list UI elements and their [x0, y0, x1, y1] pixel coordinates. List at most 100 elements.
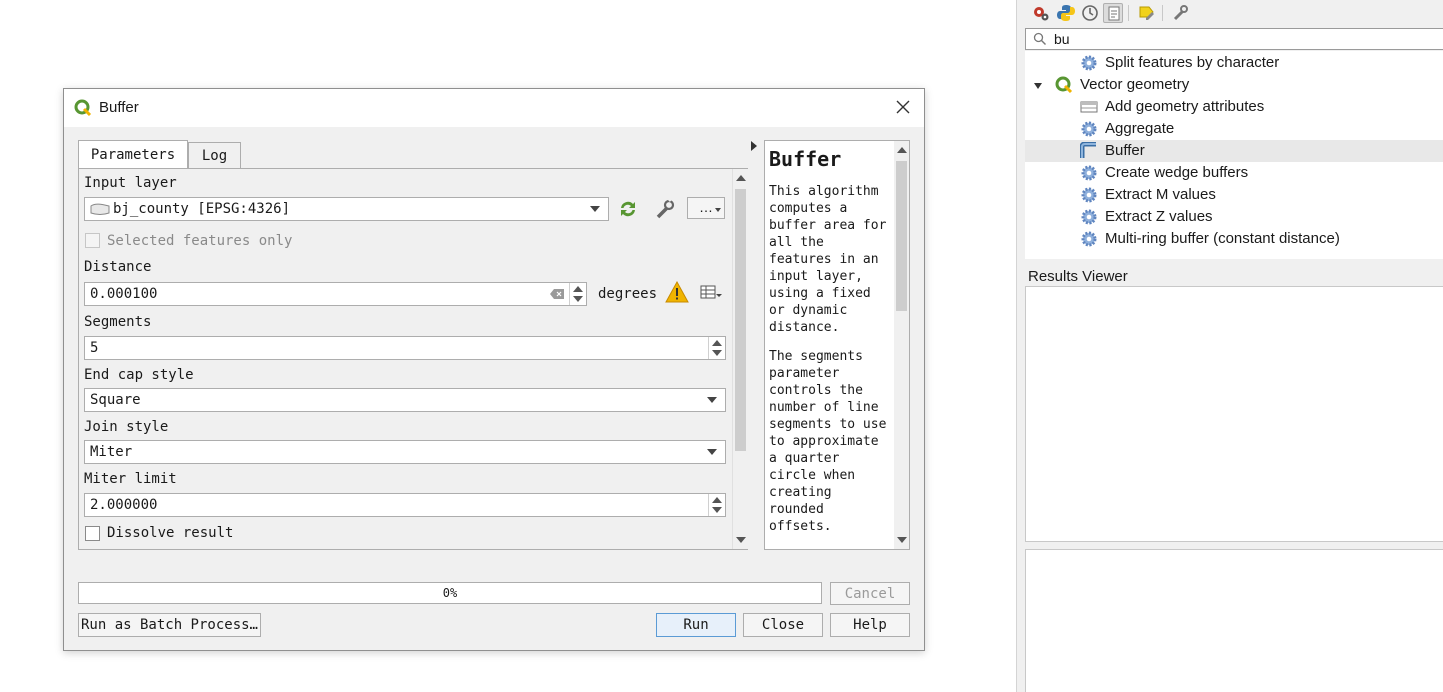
search-input[interactable]: bu	[1025, 28, 1443, 50]
selected-features-only-checkbox[interactable]	[85, 233, 100, 248]
help-title: Buffer	[769, 147, 842, 171]
miter-limit-value: 2.000000	[90, 497, 158, 513]
end-cap-style-value: Square	[90, 392, 141, 408]
parameters-panel: Input layer bj_county [EPSG:4326] … Sele…	[78, 168, 748, 550]
tree-item-extract-m-values[interactable]: Extract M values	[1025, 184, 1443, 206]
results-viewer-icon[interactable]	[1103, 3, 1123, 23]
tree-item-label: Multi-ring buffer (constant distance)	[1105, 230, 1340, 247]
algorithm-settings-icon[interactable]	[1031, 3, 1051, 23]
help-scrollbar[interactable]	[894, 141, 909, 549]
algorithm-tree: Split features by character Vector geome…	[1025, 51, 1443, 259]
scroll-down-arrow[interactable]	[897, 537, 907, 543]
gear-icon	[1081, 231, 1097, 247]
tree-item-split-features[interactable]: Split features by character	[1025, 52, 1443, 74]
scrollbar-thumb[interactable]	[735, 189, 746, 451]
end-cap-style-combo[interactable]: Square	[84, 388, 726, 412]
input-layer-value: bj_county [EPSG:4326]	[113, 201, 291, 217]
processing-toolbox-panel: bu Split features by character Vector ge…	[1016, 0, 1443, 692]
tree-item-label: Add geometry attributes	[1105, 98, 1265, 115]
tree-item-label: Extract Z values	[1105, 208, 1213, 225]
join-style-value: Miter	[90, 444, 133, 460]
tree-item-label: Vector geometry	[1080, 76, 1190, 93]
iterate-over-features-icon[interactable]	[615, 196, 641, 222]
clear-icon[interactable]	[550, 289, 564, 299]
close-button[interactable]: Close	[743, 613, 823, 637]
cancel-button[interactable]: Cancel	[830, 582, 910, 605]
more-label: …	[699, 199, 713, 215]
run-button[interactable]: Run	[656, 613, 736, 637]
chevron-down-icon	[715, 208, 721, 212]
collapse-help-arrow-icon[interactable]	[751, 141, 757, 151]
progress-text: 0%	[442, 586, 458, 600]
segments-value: 5	[90, 340, 99, 356]
tree-item-aggregate[interactable]: Aggregate	[1025, 118, 1443, 140]
distance-input[interactable]: 0.000100	[84, 282, 587, 306]
tree-item-buffer[interactable]: Buffer	[1025, 140, 1443, 162]
data-defined-override-icon[interactable]	[699, 283, 723, 303]
scrollbar-thumb[interactable]	[896, 161, 907, 311]
join-style-label: Join style	[84, 419, 169, 435]
search-value: bu	[1054, 31, 1070, 47]
progress-bar: 0%	[78, 582, 822, 604]
buffer-dialog: Buffer Parameters Log Input layer bj_cou…	[63, 88, 925, 651]
segments-spinner[interactable]	[708, 337, 725, 359]
tree-item-add-geometry-attributes[interactable]: Add geometry attributes	[1025, 96, 1443, 118]
distance-label: Distance	[84, 259, 152, 275]
tree-item-label: Split features by character	[1105, 54, 1280, 71]
input-layer-more-button[interactable]: …	[687, 197, 725, 219]
results-viewer-list[interactable]	[1025, 286, 1443, 542]
qgis-logo-icon	[74, 99, 92, 117]
chevron-down-icon	[707, 397, 717, 403]
dialog-titlebar[interactable]: Buffer	[64, 89, 924, 127]
qgis-logo-icon	[1055, 76, 1073, 94]
help-paragraph-1: This algorithm computes a buffer area fo…	[769, 184, 887, 335]
gear-icon	[1081, 187, 1097, 203]
run-as-batch-button[interactable]: Run as Batch Process…	[78, 613, 261, 637]
dissolve-result-checkbox[interactable]	[85, 526, 100, 541]
tree-item-label: Extract M values	[1105, 186, 1216, 203]
table-icon	[1080, 101, 1098, 113]
warning-icon	[665, 281, 689, 303]
miter-limit-spinner[interactable]	[708, 494, 725, 516]
tab-log[interactable]: Log	[188, 142, 241, 169]
search-icon	[1033, 32, 1046, 45]
input-layer-combo[interactable]: bj_county [EPSG:4326]	[84, 197, 609, 221]
tree-item-create-wedge-buffers[interactable]: Create wedge buffers	[1025, 162, 1443, 184]
selected-features-only-label: Selected features only	[107, 233, 293, 249]
tree-item-label: Buffer	[1105, 142, 1145, 159]
polygon-layer-icon	[90, 203, 110, 215]
results-viewer-title: Results Viewer	[1028, 268, 1128, 285]
python-icon[interactable]	[1056, 3, 1076, 23]
distance-unit-label: degrees	[598, 286, 658, 302]
lower-dock-area	[1025, 549, 1443, 692]
history-icon[interactable]	[1080, 3, 1100, 23]
help-paragraph-2: The segments parameter controls the numb…	[769, 349, 887, 534]
edit-in-place-icon[interactable]	[1137, 3, 1157, 23]
options-wrench-icon[interactable]	[1171, 3, 1191, 23]
segments-input[interactable]: 5	[84, 336, 726, 360]
distance-spinner[interactable]	[569, 283, 586, 305]
help-button[interactable]: Help	[830, 613, 910, 637]
parameters-scrollbar[interactable]	[732, 169, 748, 549]
dialog-title: Buffer	[99, 99, 139, 116]
chevron-down-icon[interactable]	[1034, 83, 1042, 89]
chevron-down-icon	[590, 206, 600, 212]
tree-item-label: Aggregate	[1105, 120, 1175, 137]
buffer-icon	[1080, 142, 1096, 158]
dissolve-result-label: Dissolve result	[107, 525, 234, 541]
gear-icon	[1081, 121, 1097, 137]
tab-parameters[interactable]: Parameters	[78, 140, 188, 169]
close-icon[interactable]	[894, 98, 912, 116]
scroll-up-arrow[interactable]	[897, 147, 907, 153]
tree-item-extract-z-values[interactable]: Extract Z values	[1025, 206, 1443, 228]
scroll-up-arrow[interactable]	[736, 175, 746, 181]
tree-group-vector-geometry[interactable]: Vector geometry	[1025, 74, 1443, 96]
scroll-down-arrow[interactable]	[736, 537, 746, 543]
end-cap-style-label: End cap style	[84, 367, 194, 383]
gear-icon	[1081, 209, 1097, 225]
advanced-options-wrench-icon[interactable]	[652, 196, 678, 222]
tree-item-multi-ring-buffer[interactable]: Multi-ring buffer (constant distance)	[1025, 228, 1443, 250]
join-style-combo[interactable]: Miter	[84, 440, 726, 464]
tree-item-label: Create wedge buffers	[1105, 164, 1249, 181]
miter-limit-input[interactable]: 2.000000	[84, 493, 726, 517]
